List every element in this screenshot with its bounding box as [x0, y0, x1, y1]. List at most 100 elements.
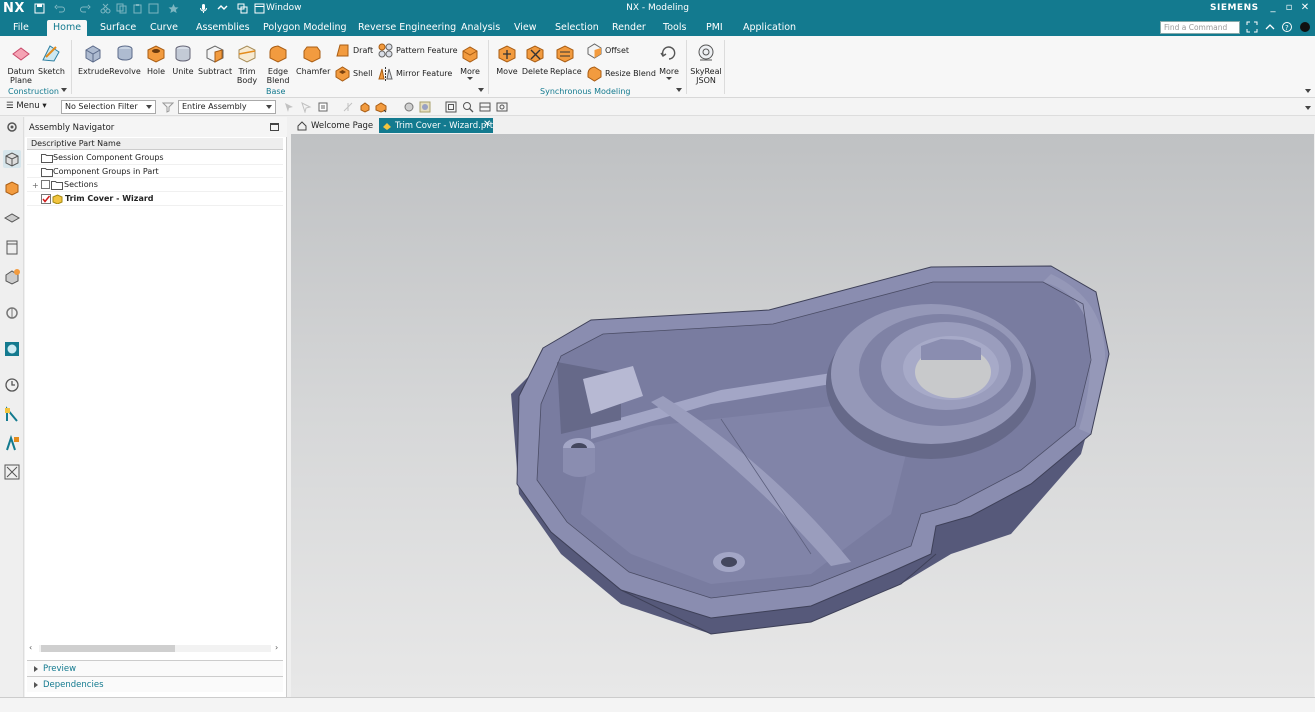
draft-button[interactable]: Draft: [334, 42, 376, 60]
expand-icon[interactable]: +: [32, 181, 39, 190]
minimize-button[interactable]: _: [1267, 2, 1279, 14]
edge-blend-button[interactable]: Edge Blend: [263, 42, 293, 85]
graphics-window[interactable]: [291, 134, 1314, 697]
revolve-button[interactable]: Revolve: [109, 42, 141, 76]
tree-row-trim-cover-wizard[interactable]: Trim Cover - Wizard: [27, 192, 283, 206]
menu-button[interactable]: ☰ Menu ▾: [6, 101, 47, 111]
filter-icon[interactable]: [162, 101, 174, 113]
tab-file[interactable]: File: [13, 22, 29, 33]
sketch-button[interactable]: Sketch: [38, 42, 65, 76]
replace-face-button[interactable]: Replace: [550, 42, 582, 76]
chamfer-button[interactable]: Chamfer: [296, 42, 330, 76]
navigator-title: Assembly Navigator: [29, 123, 115, 133]
tab-trim-cover-wizard[interactable]: Trim Cover - Wizard.prt ✕: [379, 118, 493, 133]
tab-render[interactable]: Render: [612, 22, 646, 33]
skyreal-json-button[interactable]: SkyReal JSON: [690, 42, 722, 85]
settings-gear-icon[interactable]: [3, 118, 21, 136]
tab-polygon-modeling[interactable]: Polygon Modeling: [263, 22, 347, 33]
tab-pmi[interactable]: PMI: [706, 22, 723, 33]
help-icon[interactable]: ?: [1281, 21, 1293, 33]
hd3d-tools-icon[interactable]: [3, 267, 21, 285]
user-status-icon[interactable]: [1299, 21, 1311, 33]
delete-face-button[interactable]: Delete: [521, 42, 549, 76]
column-header[interactable]: Descriptive Part Name: [27, 138, 283, 150]
edge-blend-icon: [269, 45, 287, 63]
offset-region-button[interactable]: Offset: [586, 42, 630, 60]
tab-surface[interactable]: Surface: [100, 22, 136, 33]
collapse-ribbon-icon[interactable]: [1264, 21, 1276, 33]
ribbon-options-dropdown-icon[interactable]: [1305, 89, 1311, 93]
camera-icon[interactable]: [496, 101, 508, 113]
tab-welcome-page[interactable]: Welcome Page: [294, 118, 376, 133]
dependencies-section[interactable]: Dependencies: [27, 676, 283, 692]
tab-analysis[interactable]: Analysis: [461, 22, 500, 33]
reuse-library-icon[interactable]: [3, 238, 21, 256]
sync-more-button[interactable]: More: [657, 42, 681, 80]
fit-view-icon[interactable]: [445, 101, 457, 113]
base-group-dropdown-icon[interactable]: [478, 88, 484, 92]
section-view-icon[interactable]: [479, 101, 491, 113]
tree-row-session-component-groups[interactable]: Session Component Groups: [27, 151, 283, 165]
tree-row-component-groups-in-part[interactable]: Component Groups in Part: [27, 165, 283, 179]
datum-plane-button[interactable]: Datum Plane: [6, 42, 36, 85]
snap-point-icon[interactable]: [342, 101, 354, 113]
maximize-panel-icon[interactable]: [270, 123, 279, 131]
part-navigator-icon[interactable]: [3, 209, 21, 227]
feature-filter-icon[interactable]: [318, 101, 330, 113]
trim-cover-3d-model[interactable]: [291, 134, 1314, 697]
tab-tools[interactable]: Tools: [663, 22, 686, 33]
tab-curve[interactable]: Curve: [150, 22, 178, 33]
trim-body-button[interactable]: Trim Body: [234, 42, 260, 85]
move-face-button[interactable]: Move: [493, 42, 521, 76]
wireframe-icon[interactable]: [403, 101, 415, 113]
preview-section[interactable]: Preview: [27, 660, 283, 676]
selection-filter-dropdown[interactable]: No Selection Filter: [61, 100, 156, 114]
deselect-icon[interactable]: [300, 101, 312, 113]
web-browser-icon[interactable]: [3, 304, 21, 322]
base-more-button[interactable]: More: [458, 42, 482, 80]
unite-button[interactable]: Unite: [170, 42, 196, 76]
tab-assemblies[interactable]: Assemblies: [196, 22, 250, 33]
full-screen-icon[interactable]: [1246, 21, 1258, 33]
select-all-icon[interactable]: [283, 101, 295, 113]
manufacturing-wizard-icon[interactable]: [3, 435, 21, 453]
selection-scope-dropdown[interactable]: Entire Assembly: [178, 100, 276, 114]
mirror-feature-button[interactable]: Mirror Feature: [377, 65, 457, 83]
toolbar-options-dropdown-icon[interactable]: [1305, 106, 1311, 110]
hole-button[interactable]: Hole: [143, 42, 169, 76]
select-body-icon[interactable]: [375, 101, 387, 113]
zoom-icon[interactable]: [462, 101, 474, 113]
horizontal-scrollbar[interactable]: ‹ ›: [27, 642, 283, 656]
checked-checkbox[interactable]: [41, 194, 51, 205]
tab-home[interactable]: Home: [47, 20, 88, 36]
pattern-feature-button[interactable]: Pattern Feature: [377, 42, 458, 60]
extrude-button[interactable]: Extrude: [78, 42, 109, 76]
shell-button[interactable]: Shell: [334, 65, 376, 83]
tab-view[interactable]: View: [514, 22, 537, 33]
shaded-display-icon[interactable]: [419, 101, 431, 113]
assembly-navigator-icon[interactable]: [3, 150, 21, 168]
search-icon[interactable]: [1228, 21, 1240, 33]
tab-reverse-engineering[interactable]: Reverse Engineering: [358, 22, 456, 33]
tab-application[interactable]: Application: [743, 22, 796, 33]
scroll-left-arrow-icon[interactable]: ‹: [29, 643, 32, 652]
tab-selection[interactable]: Selection: [555, 22, 599, 33]
group-separator: [71, 40, 72, 94]
visibility-checkbox[interactable]: [41, 180, 50, 190]
history-globe-icon[interactable]: [3, 340, 21, 358]
close-window-button[interactable]: ✕: [1299, 2, 1311, 14]
close-tab-icon[interactable]: ✕: [483, 119, 491, 130]
constraint-navigator-icon[interactable]: [3, 179, 21, 197]
scrollbar-thumb[interactable]: [41, 645, 175, 652]
history-clock-icon[interactable]: [3, 376, 21, 394]
sync-group-dropdown-icon[interactable]: [676, 88, 682, 92]
scroll-right-arrow-icon[interactable]: ›: [275, 643, 278, 652]
tree-row-sections[interactable]: + Sections: [27, 178, 283, 193]
resize-blend-button[interactable]: Resize Blend: [586, 65, 656, 83]
restore-button[interactable]: ▫: [1283, 2, 1295, 14]
construction-group-dropdown-icon[interactable]: [61, 88, 67, 92]
select-face-icon[interactable]: [359, 101, 371, 113]
roles-icon[interactable]: [3, 463, 21, 481]
subtract-button[interactable]: Subtract: [198, 42, 232, 76]
process-studio-icon[interactable]: [3, 406, 21, 424]
